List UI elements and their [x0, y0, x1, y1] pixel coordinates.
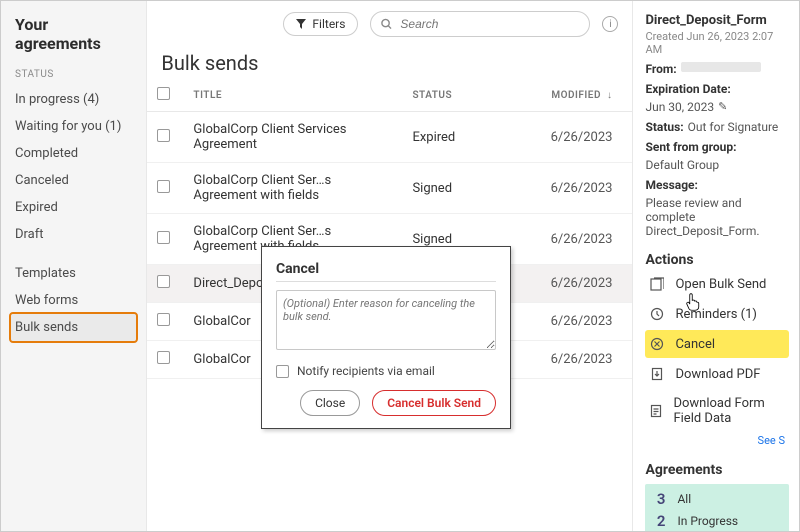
cancel-reason-input[interactable] — [276, 290, 496, 350]
filters-label: Filters — [312, 17, 345, 31]
row-checkbox[interactable] — [157, 275, 170, 288]
status-value: Out for Signature — [688, 120, 779, 134]
cancel-modal: Cancel Notify recipients via email Close… — [261, 246, 511, 429]
row-title: GlobalCorp Client Ser…s Agreement with f… — [183, 163, 402, 214]
page-title: Your agreements — [1, 11, 146, 65]
agreements-heading: Agreements — [645, 462, 789, 478]
sort-down-icon: ↓ — [604, 90, 613, 101]
notify-checkbox[interactable] — [276, 365, 289, 378]
sidebar-item-canceled[interactable]: Canceled — [1, 167, 146, 194]
sidebar-item-in-progress[interactable]: In progress (4) — [1, 86, 146, 113]
action-open-label: Open Bulk Send — [675, 277, 766, 292]
row-modified: 6/26/2023 — [532, 214, 632, 265]
message-value: Please review and complete Direct_Deposi… — [645, 196, 789, 238]
notify-label: Notify recipients via email — [297, 364, 435, 378]
agreements-summary: 3 All 2 In Progress 1 Waiting for You — [645, 484, 789, 531]
row-checkbox[interactable] — [157, 351, 170, 364]
action-download-ff-label: Download Form Field Data — [673, 396, 785, 426]
expiration-label: Expiration Date: — [645, 82, 730, 96]
search-icon — [381, 18, 392, 30]
sidebar-item-bulk-sends[interactable]: Bulk sends — [11, 314, 136, 341]
modal-title: Cancel — [276, 261, 496, 277]
col-modified-label: MODIFIED — [551, 90, 601, 101]
row-checkbox[interactable] — [157, 313, 170, 326]
row-title: GlobalCorp Client Services Agreement — [183, 112, 402, 163]
group-label: Sent from group: — [645, 140, 736, 154]
col-title[interactable]: TITLE — [183, 79, 402, 112]
download-pdf-icon — [649, 366, 665, 382]
agreements-all[interactable]: 3 All — [651, 488, 783, 510]
sidebar-item-waiting[interactable]: Waiting for you (1) — [1, 113, 146, 140]
row-status: Expired — [402, 112, 532, 163]
agreements-in-progress[interactable]: 2 In Progress — [651, 510, 783, 531]
action-cancel[interactable]: Cancel — [645, 330, 789, 358]
search-input[interactable] — [398, 16, 579, 32]
status-section-label: STATUS — [1, 65, 146, 86]
info-icon[interactable]: i — [602, 16, 618, 32]
sidebar-item-completed[interactable]: Completed — [1, 140, 146, 167]
action-download-pdf[interactable]: Download PDF — [645, 360, 789, 388]
action-reminders[interactable]: Reminders (1) — [645, 300, 789, 328]
table-row[interactable]: GlobalCorp Client Services AgreementExpi… — [147, 112, 632, 163]
actions-heading: Actions — [645, 252, 789, 268]
clock-icon — [649, 306, 665, 322]
details-panel: Direct_Deposit_Form Created Jun 26, 2023… — [632, 1, 799, 531]
row-modified: 6/26/2023 — [532, 112, 632, 163]
open-icon — [649, 276, 665, 292]
see-all-link[interactable]: See S — [758, 434, 785, 447]
table-row[interactable]: GlobalCorp Client Ser…s Agreement with f… — [147, 163, 632, 214]
details-title: Direct_Deposit_Form — [645, 13, 789, 28]
select-all-checkbox[interactable] — [157, 87, 170, 100]
row-modified: 6/26/2023 — [532, 341, 632, 379]
cancel-icon — [649, 336, 665, 352]
row-modified: 6/26/2023 — [532, 265, 632, 303]
search-box[interactable] — [370, 11, 590, 37]
row-status: Signed — [402, 163, 532, 214]
action-open-bulk-send[interactable]: Open Bulk Send — [645, 270, 789, 298]
col-status[interactable]: STATUS — [402, 79, 532, 112]
modal-cancel-bulk-send-button[interactable]: Cancel Bulk Send — [372, 390, 496, 416]
action-download-form-field[interactable]: Download Form Field Data — [645, 390, 789, 432]
sidebar-item-templates[interactable]: Templates — [1, 260, 146, 287]
details-created: Created Jun 26, 2023 2:07 AM — [645, 30, 789, 56]
action-cancel-label: Cancel — [675, 337, 715, 352]
status-label: Status: — [645, 120, 683, 134]
modal-close-button[interactable]: Close — [300, 390, 360, 416]
filters-button[interactable]: Filters — [283, 12, 358, 36]
action-reminders-label: Reminders (1) — [675, 307, 757, 322]
row-checkbox[interactable] — [157, 231, 170, 244]
action-download-pdf-label: Download PDF — [675, 367, 760, 382]
sidebar: Your agreements STATUS In progress (4) W… — [1, 1, 147, 531]
sidebar-item-draft[interactable]: Draft — [1, 221, 146, 248]
from-label: From: — [645, 62, 676, 76]
expiration-value: Jun 30, 2023 — [645, 100, 714, 114]
row-modified: 6/26/2023 — [532, 163, 632, 214]
inprog-count: 2 — [651, 512, 665, 530]
sidebar-item-web-forms[interactable]: Web forms — [1, 287, 146, 314]
download-data-icon — [649, 403, 663, 419]
filter-icon — [296, 19, 306, 29]
row-checkbox[interactable] — [157, 129, 170, 142]
section-title: Bulk sends — [147, 43, 632, 79]
message-label: Message: — [645, 178, 697, 192]
all-count: 3 — [651, 490, 665, 508]
edit-expiration-icon[interactable]: ✎ — [718, 100, 727, 114]
group-value: Default Group — [645, 158, 719, 172]
row-modified: 6/26/2023 — [532, 303, 632, 341]
row-checkbox[interactable] — [157, 180, 170, 193]
sidebar-item-expired[interactable]: Expired — [1, 194, 146, 221]
inprog-label: In Progress — [677, 514, 738, 528]
from-value-redacted — [681, 62, 761, 72]
col-modified[interactable]: MODIFIED ↓ — [532, 79, 632, 112]
all-label: All — [677, 492, 691, 506]
